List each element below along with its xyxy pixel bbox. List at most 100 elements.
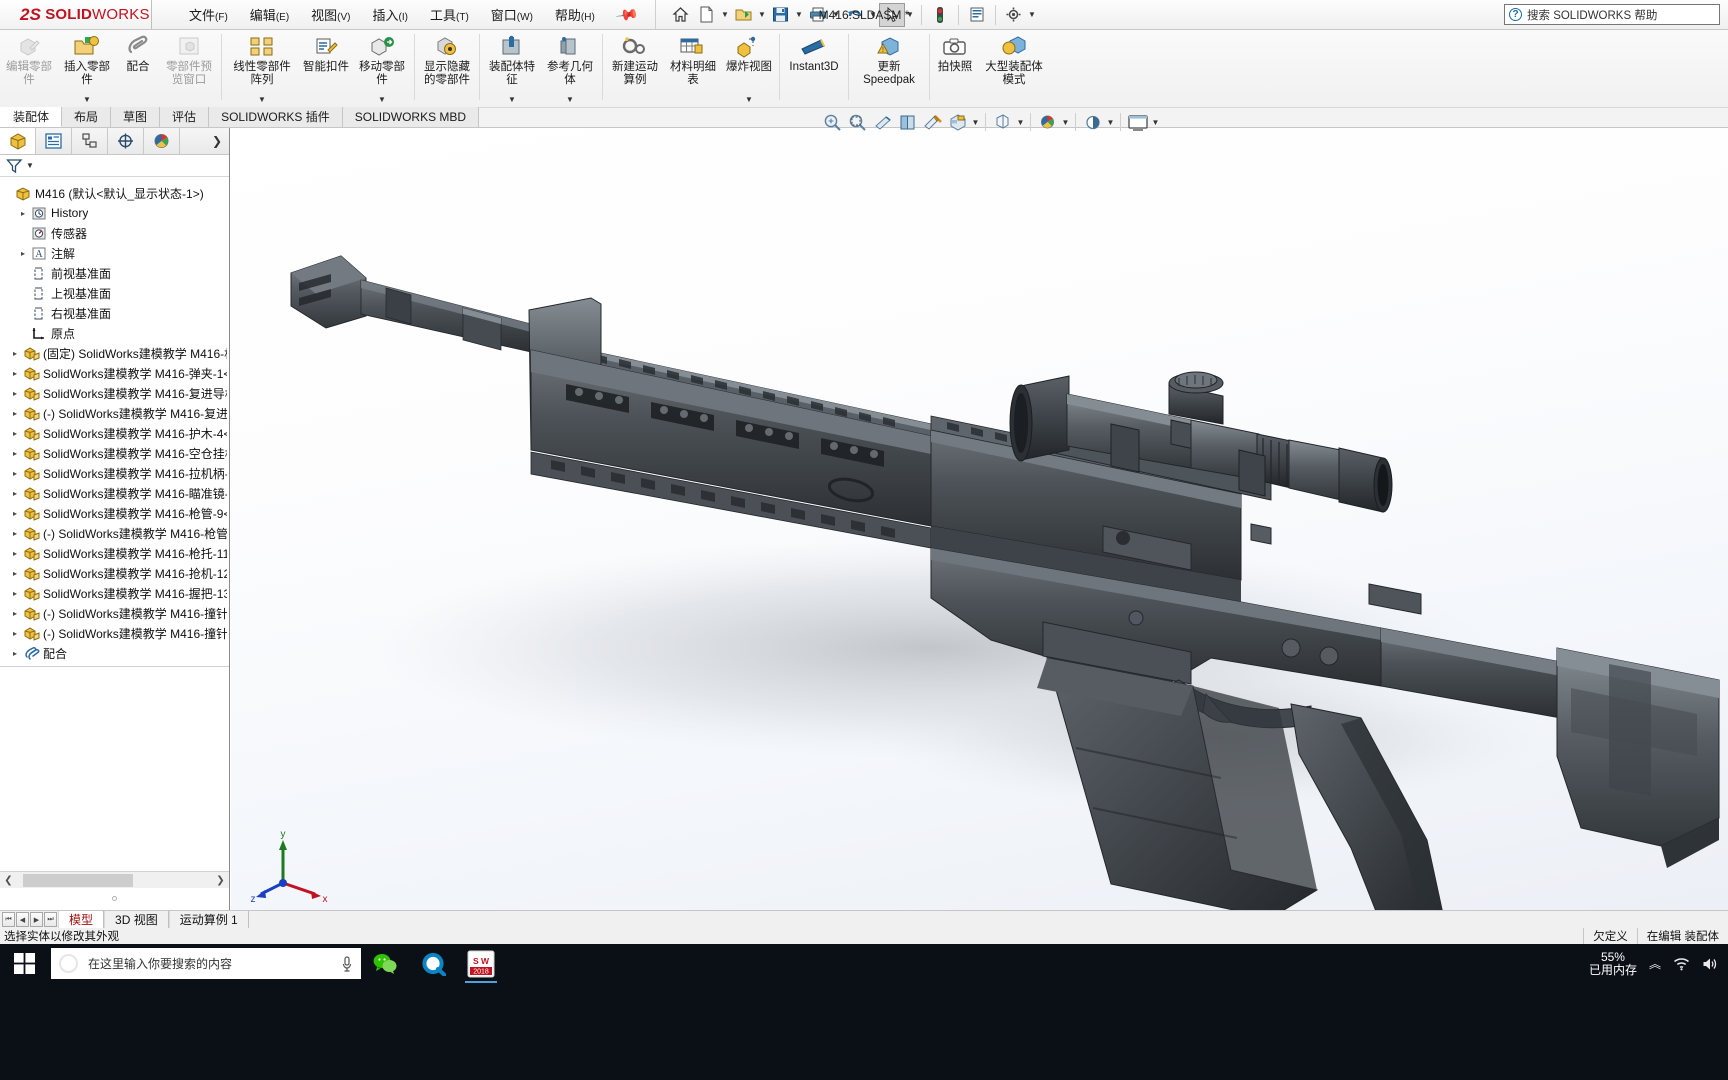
linear-pattern-caret-icon[interactable]: ▼ xyxy=(258,95,266,106)
start-button[interactable] xyxy=(0,944,48,983)
ribbon-move-component[interactable]: 移动零部件 ▼ xyxy=(353,30,411,106)
print-icon[interactable] xyxy=(805,3,831,27)
ribbon-large-assembly-mode[interactable]: 大型装配体模式 xyxy=(977,30,1051,106)
tree-row-top-plane[interactable]: ▸ 上视基准面 xyxy=(0,283,229,303)
rebuild-icon[interactable] xyxy=(964,3,990,27)
insert-component-caret-icon[interactable]: ▼ xyxy=(83,95,91,106)
tree-row-root[interactable]: ▸ M416 (默认<默认_显示状态-1>) xyxy=(0,183,229,203)
volume-icon[interactable] xyxy=(1702,957,1718,971)
print-caret-icon[interactable]: ▼ xyxy=(831,3,842,27)
tree-arrow[interactable]: ▸ xyxy=(16,209,30,218)
view-settings-icon[interactable] xyxy=(1080,110,1105,134)
ribbon-snapshot[interactable]: 拍快照 xyxy=(933,30,977,106)
save-caret-icon[interactable]: ▼ xyxy=(794,3,805,27)
scroll-left-icon[interactable]: ❮ xyxy=(0,872,17,888)
tree-row-component[interactable]: ▸ (-) SolidWorks建模教学 M416-复进 xyxy=(0,403,229,423)
appearance-caret-icon[interactable]: ▼ xyxy=(1015,110,1026,134)
feature-tree[interactable]: ▸ M416 (默认<默认_显示状态-1>) ▸ History ▸ 传感器 ▸ xyxy=(0,178,229,868)
ribbon-exploded-view[interactable]: 爆炸视图 ▼ xyxy=(722,30,776,106)
tab-solidworks-mbd[interactable]: SOLIDWORKS MBD xyxy=(342,107,480,127)
menu-view[interactable]: 视图(V) xyxy=(300,1,361,28)
display-manager-icon[interactable] xyxy=(144,128,180,154)
edit-appearance-icon[interactable] xyxy=(990,110,1015,134)
solidworks-taskbar-icon[interactable]: S W 2018 xyxy=(457,944,505,983)
view-orientation-icon[interactable] xyxy=(895,110,920,134)
open-caret-icon[interactable]: ▼ xyxy=(757,3,768,27)
ribbon-mate[interactable]: 配合 xyxy=(116,30,160,106)
save-icon[interactable] xyxy=(768,3,794,27)
open-folder-icon[interactable] xyxy=(731,3,757,27)
tree-row-origin[interactable]: ▸ 原点 xyxy=(0,323,229,343)
menu-insert[interactable]: 插入(I) xyxy=(362,1,419,28)
next-icon[interactable]: ▶ xyxy=(30,912,43,927)
tree-arrow[interactable]: ▸ xyxy=(16,249,30,258)
property-manager-icon[interactable] xyxy=(36,128,72,154)
ribbon-insert-component[interactable]: 插入零部件 ▼ xyxy=(58,30,116,106)
configuration-manager-icon[interactable] xyxy=(72,128,108,154)
ribbon-show-hidden-components[interactable]: 显示隐藏的零部件 xyxy=(418,30,476,106)
first-icon[interactable]: ⏮ xyxy=(2,912,15,927)
tree-row-mates[interactable]: ▸ 配合 xyxy=(0,643,229,663)
wechat-icon[interactable] xyxy=(361,944,409,983)
select-caret-icon[interactable]: ▼ xyxy=(905,3,916,27)
panel-resize-grip[interactable] xyxy=(0,891,229,905)
tree-row-component[interactable]: ▸ SolidWorks建模教学 M416-护木-4< xyxy=(0,423,229,443)
tree-arrow[interactable]: ▸ xyxy=(8,469,22,478)
ribbon-reference-geometry[interactable]: 参考几何体 ▼ xyxy=(541,30,599,106)
apply-scene-icon[interactable] xyxy=(1035,110,1060,134)
tree-row-component[interactable]: ▸ (-) SolidWorks建模教学 M416-撞针 xyxy=(0,623,229,643)
home-icon[interactable] xyxy=(668,3,694,27)
ribbon-edit-component[interactable]: 编辑零部件 xyxy=(0,30,58,106)
zoom-to-fit-icon[interactable] xyxy=(820,110,845,134)
tree-arrow[interactable]: ▸ xyxy=(8,449,22,458)
tree-arrow[interactable]: ▸ xyxy=(8,389,22,398)
viewport-caret-icon[interactable]: ▼ xyxy=(1150,110,1161,134)
tree-row-sensors[interactable]: ▸ 传感器 xyxy=(0,223,229,243)
tree-row-component[interactable]: ▸ SolidWorks建模教学 M416-弹夹-1< xyxy=(0,363,229,383)
tab-assembly[interactable]: 装配体 xyxy=(0,107,63,127)
dimxpert-manager-icon[interactable] xyxy=(108,128,144,154)
chevron-up-icon[interactable]: ︽ xyxy=(1649,955,1661,972)
undo-caret-icon[interactable]: ▼ xyxy=(868,3,879,27)
wifi-icon[interactable] xyxy=(1673,957,1690,971)
select-arrow-icon[interactable] xyxy=(878,2,905,27)
tree-row-front-plane[interactable]: ▸ 前视基准面 xyxy=(0,263,229,283)
move-component-caret-icon[interactable]: ▼ xyxy=(378,95,386,106)
scroll-thumb[interactable] xyxy=(23,873,133,887)
tree-arrow[interactable]: ▸ xyxy=(8,569,22,578)
tab-solidworks-addins[interactable]: SOLIDWORKS 插件 xyxy=(209,107,343,127)
tree-arrow[interactable]: ▸ xyxy=(8,549,22,558)
taskbar-search-box[interactable]: 在这里输入你要搜索的内容 xyxy=(51,948,361,979)
section-view-icon[interactable] xyxy=(870,110,895,134)
ribbon-update-speedpak[interactable]: ! 更新 Speedpak xyxy=(852,30,926,106)
pin-icon[interactable]: 📌 xyxy=(614,2,640,28)
tree-row-component[interactable]: ▸ SolidWorks建模教学 M416-拉机柄- xyxy=(0,463,229,483)
display-style-icon[interactable] xyxy=(920,110,945,134)
zoom-to-area-icon[interactable] xyxy=(845,110,870,134)
ribbon-linear-pattern[interactable]: 线性零部件阵列 ▼ xyxy=(225,30,299,106)
scene-caret-icon[interactable]: ▼ xyxy=(1060,110,1071,134)
tree-row-history[interactable]: ▸ History xyxy=(0,203,229,223)
previous-icon[interactable]: ◀ xyxy=(16,912,29,927)
hide-show-items-icon[interactable] xyxy=(945,110,970,134)
tree-arrow[interactable]: ▸ xyxy=(8,489,22,498)
menu-tools[interactable]: 工具(T) xyxy=(419,1,480,28)
ribbon-assembly-feature[interactable]: 装配体特征 ▼ xyxy=(483,30,541,106)
undo-icon[interactable] xyxy=(842,3,868,27)
bottom-tab-3dviews[interactable]: 3D 视图 xyxy=(104,910,169,929)
tree-row-right-plane[interactable]: ▸ 右视基准面 xyxy=(0,303,229,323)
tree-arrow[interactable]: ▸ xyxy=(8,409,22,418)
tree-filter-bar[interactable]: ▼ xyxy=(0,155,229,177)
tree-row-component[interactable]: ▸ SolidWorks建模教学 M416-复进导杆 xyxy=(0,383,229,403)
tree-arrow[interactable]: ▸ xyxy=(8,429,22,438)
exploded-view-caret-icon[interactable]: ▼ xyxy=(745,95,753,106)
view-settings-caret-icon[interactable]: ▼ xyxy=(1105,110,1116,134)
ribbon-component-preview[interactable]: 零部件预览窗口 xyxy=(160,30,218,106)
tree-row-component[interactable]: ▸ (-) SolidWorks建模教学 M416-撞针 xyxy=(0,603,229,623)
new-document-icon[interactable] xyxy=(694,3,720,27)
scroll-track[interactable] xyxy=(17,872,212,888)
tree-row-component[interactable]: ▸ SolidWorks建模教学 M416-抢机-12 xyxy=(0,563,229,583)
tree-arrow[interactable]: ▸ xyxy=(8,609,22,618)
help-search-box[interactable]: ? 搜索 SOLIDWORKS 帮助 xyxy=(1504,4,1720,25)
tree-row-component[interactable]: ▸ SolidWorks建模教学 M416-空仓挂机 xyxy=(0,443,229,463)
